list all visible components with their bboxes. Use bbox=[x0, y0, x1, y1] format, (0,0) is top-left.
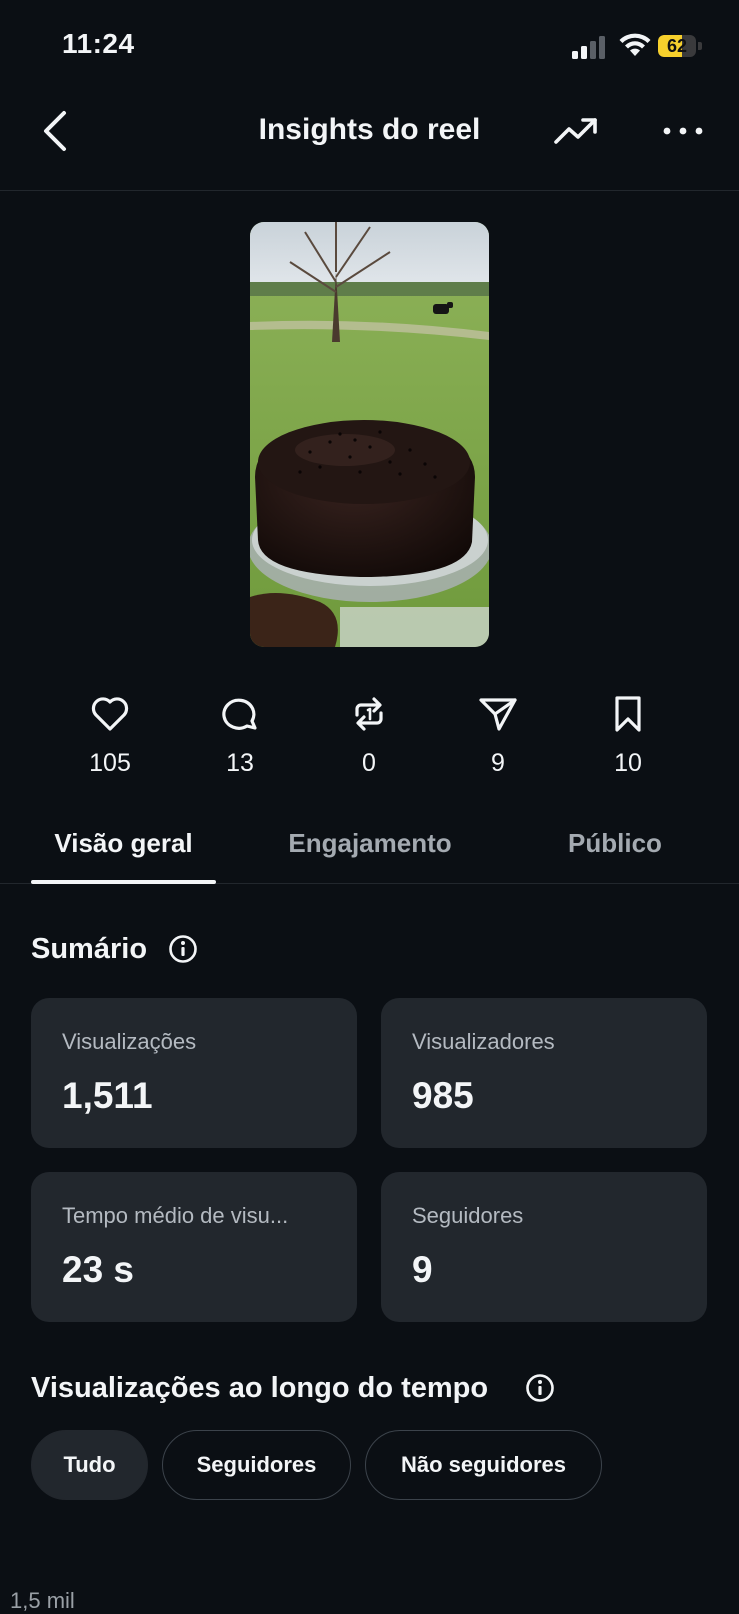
comments-count: 13 bbox=[226, 749, 254, 777]
status-time: 11:24 bbox=[62, 28, 135, 59]
views-label: Visualizações bbox=[62, 1029, 197, 1054]
filter-chip-non-followers[interactable]: Não seguidores bbox=[365, 1430, 602, 1500]
page-title: Insights do reel bbox=[258, 113, 481, 146]
viewers-value: 985 bbox=[412, 1075, 474, 1116]
reposts-count: 0 bbox=[362, 749, 376, 777]
send-icon bbox=[479, 698, 517, 731]
filter-chip-all[interactable]: Tudo bbox=[31, 1430, 148, 1500]
tab-audience[interactable]: Público bbox=[530, 828, 700, 859]
cellular-signal-icon bbox=[572, 36, 605, 59]
saves-stat: 10 bbox=[583, 695, 673, 778]
shares-count: 9 bbox=[491, 749, 505, 777]
wifi-icon bbox=[619, 33, 651, 56]
comment-icon bbox=[222, 698, 257, 730]
comments-stat: 13 bbox=[195, 695, 285, 778]
shares-stat: 9 bbox=[453, 695, 543, 778]
avg-watch-time-value: 23 s bbox=[62, 1249, 135, 1290]
bookmark-icon bbox=[615, 696, 641, 732]
tab-engagement[interactable]: Engajamento bbox=[270, 828, 470, 859]
followers-label: Seguidores bbox=[412, 1203, 524, 1228]
info-icon[interactable] bbox=[525, 1373, 555, 1403]
avg-watch-time-card[interactable]: Tempo médio de visu... 23 s bbox=[31, 1172, 357, 1322]
likes-stat: 105 bbox=[65, 695, 155, 778]
tab-overview[interactable]: Visão geral bbox=[31, 828, 216, 859]
reel-thumbnail[interactable] bbox=[250, 222, 489, 647]
more-options-icon[interactable] bbox=[660, 118, 706, 144]
repost-icon bbox=[355, 697, 383, 731]
filter-chip-followers[interactable]: Seguidores bbox=[162, 1430, 351, 1500]
avg-watch-time-label: Tempo médio de visu... bbox=[62, 1203, 289, 1228]
views-value: 1,511 bbox=[62, 1075, 153, 1116]
followers-card[interactable]: Seguidores 9 bbox=[381, 1172, 707, 1322]
chart-axis-label: 1,5 mil bbox=[10, 1588, 75, 1613]
battery-percentage: 62 bbox=[666, 36, 688, 56]
likes-count: 105 bbox=[89, 749, 131, 777]
viewers-card[interactable]: Visualizadores 985 bbox=[381, 998, 707, 1148]
views-over-time-title: Visualizações ao longo do tempo bbox=[31, 1372, 489, 1404]
reposts-stat: 0 bbox=[324, 695, 414, 778]
battery-indicator: 62 bbox=[658, 35, 704, 59]
trending-up-icon[interactable] bbox=[553, 112, 601, 152]
info-icon[interactable] bbox=[168, 934, 198, 964]
viewers-label: Visualizadores bbox=[412, 1029, 555, 1054]
summary-title: Sumário bbox=[31, 933, 148, 965]
active-tab-indicator bbox=[31, 880, 216, 884]
header-divider bbox=[0, 190, 739, 191]
followers-value: 9 bbox=[412, 1249, 433, 1290]
heart-icon bbox=[91, 697, 129, 731]
views-card[interactable]: Visualizações 1,511 bbox=[31, 998, 357, 1148]
saves-count: 10 bbox=[614, 749, 642, 777]
